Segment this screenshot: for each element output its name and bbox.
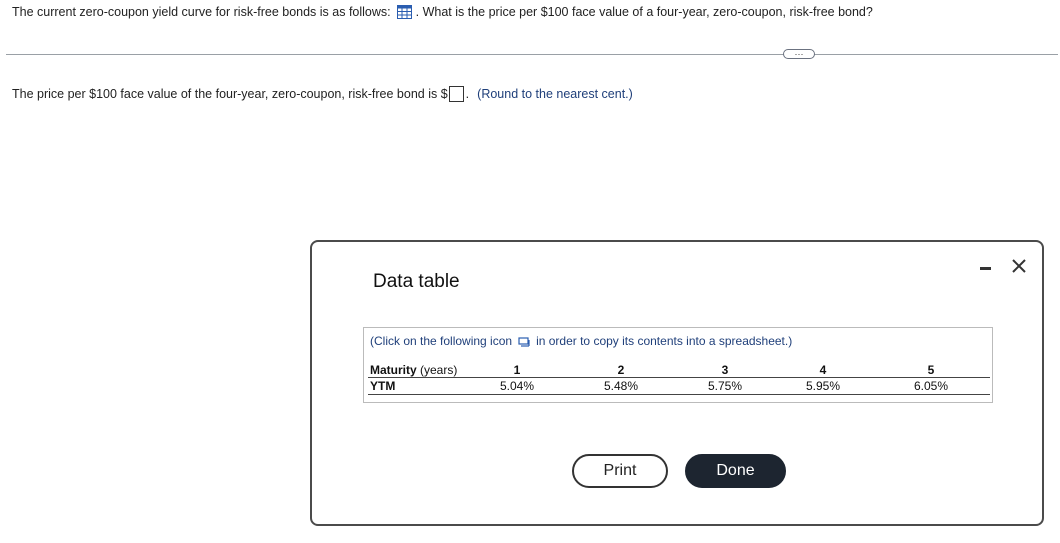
answer-text-before: The price per $100 face value of the fou… xyxy=(12,87,448,101)
question-text: The current zero-coupon yield curve for … xyxy=(12,5,873,19)
question-text-after: . What is the price per $100 face value … xyxy=(415,5,873,19)
maturity-unit: (years) xyxy=(416,363,458,377)
maturity-label: Maturity xyxy=(370,363,417,377)
ytm-row-label: YTM xyxy=(370,379,396,393)
copy-note-after: in order to copy its contents into a spr… xyxy=(536,334,793,348)
question-text-before: The current zero-coupon yield curve for … xyxy=(12,5,391,19)
header-rule xyxy=(368,377,990,378)
ytm-cell: 5.75% xyxy=(707,379,743,393)
ytm-cell: 6.05% xyxy=(913,379,949,393)
answer-line: The price per $100 face value of the fou… xyxy=(12,86,633,102)
maturity-cell: 5 xyxy=(927,363,935,377)
maturity-cell: 4 xyxy=(819,363,827,377)
answer-input[interactable] xyxy=(448,86,464,102)
copy-note-before: (Click on the following icon xyxy=(370,334,513,348)
ytm-cell: 5.04% xyxy=(499,379,535,393)
maturity-row-label: Maturity (years) xyxy=(370,363,457,377)
maturity-cell: 1 xyxy=(513,363,521,377)
answer-text-after: . xyxy=(465,87,470,101)
ytm-cell: 5.48% xyxy=(603,379,639,393)
grid-table-icon[interactable] xyxy=(396,5,412,19)
data-table-dialog: Data table (Click on the following icon … xyxy=(310,240,1044,526)
done-button[interactable]: Done xyxy=(685,454,786,488)
more-options-button[interactable]: ··· xyxy=(783,49,815,59)
section-divider xyxy=(6,54,1058,55)
copy-spreadsheet-icon[interactable] xyxy=(518,336,530,347)
data-table: (Click on the following icon in order to… xyxy=(363,327,993,403)
dialog-title: Data table xyxy=(373,271,460,292)
maturity-cell: 2 xyxy=(617,363,625,377)
copy-note: (Click on the following icon in order to… xyxy=(370,334,792,348)
minimize-icon[interactable] xyxy=(976,258,996,278)
bottom-rule xyxy=(368,394,990,395)
round-hint: (Round to the nearest cent.) xyxy=(477,87,633,101)
print-button[interactable]: Print xyxy=(572,454,668,488)
close-icon[interactable] xyxy=(1009,256,1029,276)
ytm-cell: 5.95% xyxy=(805,379,841,393)
maturity-cell: 3 xyxy=(721,363,729,377)
